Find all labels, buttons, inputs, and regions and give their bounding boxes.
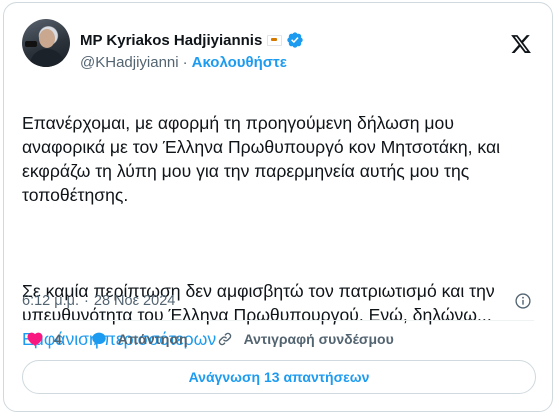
copy-link-label: Αντιγραφή συνδέσμου <box>243 331 394 347</box>
timestamp-separator: · <box>84 293 89 309</box>
author-handle-row: @KHadjiyianni · Ακολουθήστε <box>80 54 287 71</box>
tweet-date: 28 Νοε 2024 <box>93 293 176 309</box>
tweet-card: MP Kyriakos Hadjiyiannis @KHadjiyianni · Α… <box>3 2 553 412</box>
tweet-timestamp[interactable]: 6:12 μ.μ. · 28 Νοε 2024 <box>22 293 175 309</box>
author-name-row: MP Kyriakos Hadjiyiannis <box>80 31 304 49</box>
reply-label: Απάντηση <box>117 331 188 347</box>
follow-button[interactable]: Ακολουθήστε <box>192 54 287 71</box>
speech-bubble-icon <box>92 332 106 346</box>
like-count: 4 <box>54 331 62 347</box>
read-replies-button[interactable]: Ανάγνωση 13 απαντήσεων <box>22 360 536 394</box>
tweet-time: 6:12 μ.μ. <box>22 293 80 309</box>
like-button[interactable]: 4 <box>26 330 62 348</box>
handle-separator: · <box>182 54 188 71</box>
divider <box>22 320 534 321</box>
avatar[interactable] <box>22 19 70 67</box>
copy-link-button[interactable]: Αντιγραφή συνδέσμου <box>216 330 394 348</box>
info-icon[interactable] <box>514 292 532 310</box>
action-bar: 4 Απάντηση Αντιγραφή συνδέσμου <box>26 330 394 348</box>
author-handle[interactable]: @KHadjiyianni <box>80 54 179 71</box>
link-icon <box>218 332 231 346</box>
x-logo-icon[interactable] <box>510 33 532 55</box>
heart-icon <box>27 332 43 346</box>
verified-badge-icon[interactable] <box>286 31 304 49</box>
tweet-paragraph-1: Επανέρχομαι, με αφορμή τη προηγούμενη δή… <box>22 113 501 205</box>
reply-button[interactable]: Απάντηση <box>90 330 188 348</box>
author-display-name[interactable]: MP Kyriakos Hadjiyiannis <box>80 32 262 49</box>
cyprus-flag-icon <box>267 34 283 46</box>
